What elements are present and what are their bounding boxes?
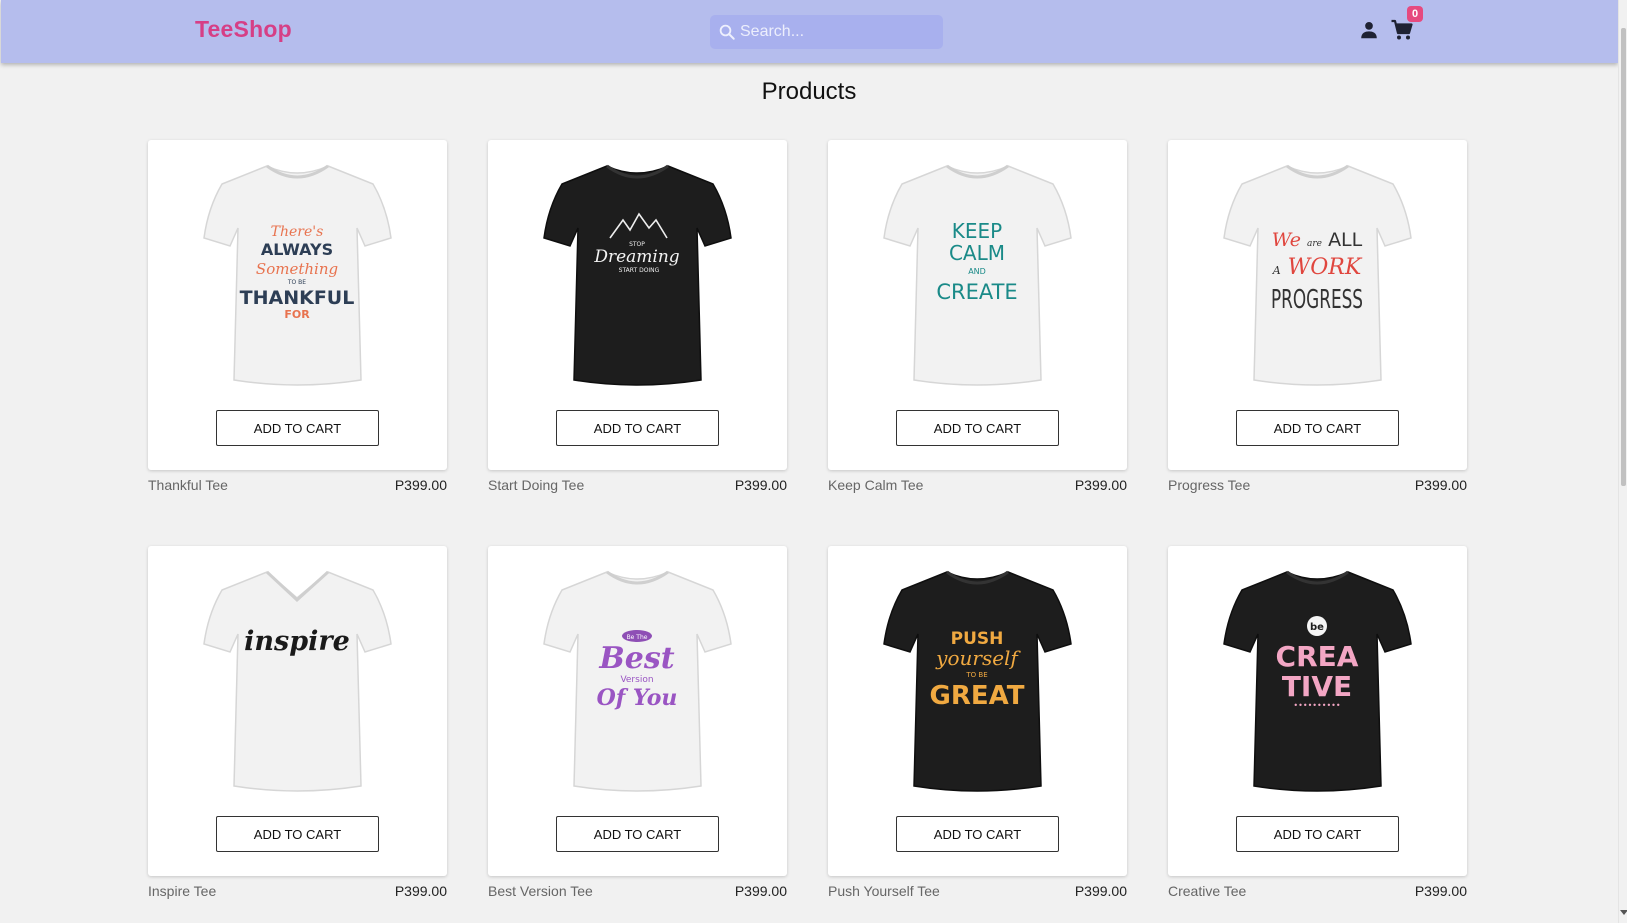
svg-text:Of You: Of You — [597, 685, 678, 711]
svg-text:be: be — [1310, 622, 1324, 633]
product-card-creative[interactable]: be CREA TIVE •••••••••• ADD TO CART — [1168, 546, 1467, 876]
product-image[interactable]: There's ALWAYS Something TO BE THANKFUL … — [195, 158, 400, 388]
svg-text:A WORK: A WORK — [1272, 255, 1363, 280]
add-to-cart-button[interactable]: ADD TO CART — [216, 410, 379, 446]
svg-text:PROGRESS: PROGRESS — [1271, 285, 1363, 315]
product-image[interactable]: KEEP CALM AND CREATE — [875, 158, 1080, 388]
svg-text:CREA: CREA — [1276, 640, 1359, 673]
product-price: P399.00 — [394, 883, 447, 899]
svg-text:FOR: FOR — [284, 308, 310, 321]
account-icon[interactable] — [1358, 19, 1380, 41]
product-name[interactable]: Push Yourself Tee — [828, 883, 940, 899]
brand-logo[interactable]: TeeShop — [195, 16, 292, 43]
svg-text:Best: Best — [598, 641, 674, 676]
product-image[interactable]: PUSH yourself TO BE GREAT — [875, 564, 1080, 794]
add-to-cart-button[interactable]: ADD TO CART — [1236, 410, 1399, 446]
add-to-cart-button[interactable]: ADD TO CART — [896, 816, 1059, 852]
product-name[interactable]: Progress Tee — [1168, 477, 1250, 493]
viewport: TeeShop 0 Products There's ALWAYS — [0, 0, 1618, 923]
svg-text:TIVE: TIVE — [1282, 670, 1352, 703]
svg-text:THANKFUL: THANKFUL — [240, 287, 355, 309]
svg-text:GREAT: GREAT — [930, 681, 1025, 711]
product-name[interactable]: Start Doing Tee — [488, 477, 584, 493]
search-box[interactable] — [710, 15, 943, 49]
svg-text:AND: AND — [968, 267, 986, 276]
product-price: P399.00 — [734, 477, 787, 493]
svg-text:Be The: Be The — [627, 634, 648, 641]
svg-text:yourself: yourself — [935, 646, 1021, 670]
svg-text:CALM: CALM — [949, 241, 1005, 265]
product-image[interactable]: STOP Dreaming START DOING — [535, 158, 740, 388]
add-to-cart-button[interactable]: ADD TO CART — [556, 816, 719, 852]
product-image[interactable]: inspire — [195, 564, 400, 794]
svg-text:CREATE: CREATE — [936, 280, 1017, 304]
product-name[interactable]: Thankful Tee — [148, 477, 228, 493]
add-to-cart-button[interactable]: ADD TO CART — [1236, 816, 1399, 852]
product-card-inspire[interactable]: inspire ADD TO CART — [148, 546, 447, 876]
product-card-thankful[interactable]: There's ALWAYS Something TO BE THANKFUL … — [148, 140, 447, 470]
search-input[interactable] — [740, 15, 935, 49]
svg-text:START DOING: START DOING — [619, 267, 660, 274]
cart-count-badge: 0 — [1407, 6, 1423, 22]
page-title: Products — [761, 78, 857, 105]
product-price: P399.00 — [734, 883, 787, 899]
add-to-cart-button[interactable]: ADD TO CART — [216, 816, 379, 852]
product-price: P399.00 — [1414, 477, 1467, 493]
svg-text:Version: Version — [620, 675, 653, 685]
scrollbar-thumb[interactable] — [1621, 28, 1626, 486]
svg-text:••••••••••: •••••••••• — [1293, 701, 1340, 710]
product-card-progress[interactable]: We are ALL A WORK PROGRESS ADD TO CART — [1168, 140, 1467, 470]
svg-text:TO BE: TO BE — [965, 671, 987, 679]
scroll-down-arrow-icon[interactable] — [1620, 910, 1627, 915]
vertical-scrollbar[interactable] — [1618, 0, 1627, 923]
add-to-cart-button[interactable]: ADD TO CART — [896, 410, 1059, 446]
svg-text:KEEP: KEEP — [952, 219, 1002, 243]
svg-text:There's: There's — [271, 224, 324, 240]
product-image[interactable]: We are ALL A WORK PROGRESS — [1215, 158, 1420, 388]
product-card-start-doing[interactable]: STOP Dreaming START DOING ADD TO CART — [488, 140, 787, 470]
svg-text:Dreaming: Dreaming — [593, 247, 679, 267]
product-card-best-version[interactable]: Be The Best Version Of You ADD TO CART — [488, 546, 787, 876]
svg-text:inspire: inspire — [244, 626, 350, 657]
product-name[interactable]: Inspire Tee — [148, 883, 216, 899]
product-image[interactable]: Be The Best Version Of You — [535, 564, 740, 794]
product-price: P399.00 — [394, 477, 447, 493]
product-price: P399.00 — [1074, 477, 1127, 493]
svg-text:TO BE: TO BE — [287, 279, 306, 286]
add-to-cart-button[interactable]: ADD TO CART — [556, 410, 719, 446]
search-icon — [719, 24, 735, 40]
product-card-keep-calm[interactable]: KEEP CALM AND CREATE ADD TO CART — [828, 140, 1127, 470]
product-name[interactable]: Keep Calm Tee — [828, 477, 923, 493]
svg-text:Something: Something — [256, 260, 338, 278]
product-name[interactable]: Best Version Tee — [488, 883, 593, 899]
product-price: P399.00 — [1074, 883, 1127, 899]
top-navbar: TeeShop 0 — [1, 0, 1618, 63]
product-card-push-yourself[interactable]: PUSH yourself TO BE GREAT ADD TO CART — [828, 546, 1127, 876]
svg-text:ALWAYS: ALWAYS — [261, 240, 333, 259]
product-price: P399.00 — [1414, 883, 1467, 899]
product-image[interactable]: be CREA TIVE •••••••••• — [1215, 564, 1420, 794]
product-name[interactable]: Creative Tee — [1168, 883, 1246, 899]
